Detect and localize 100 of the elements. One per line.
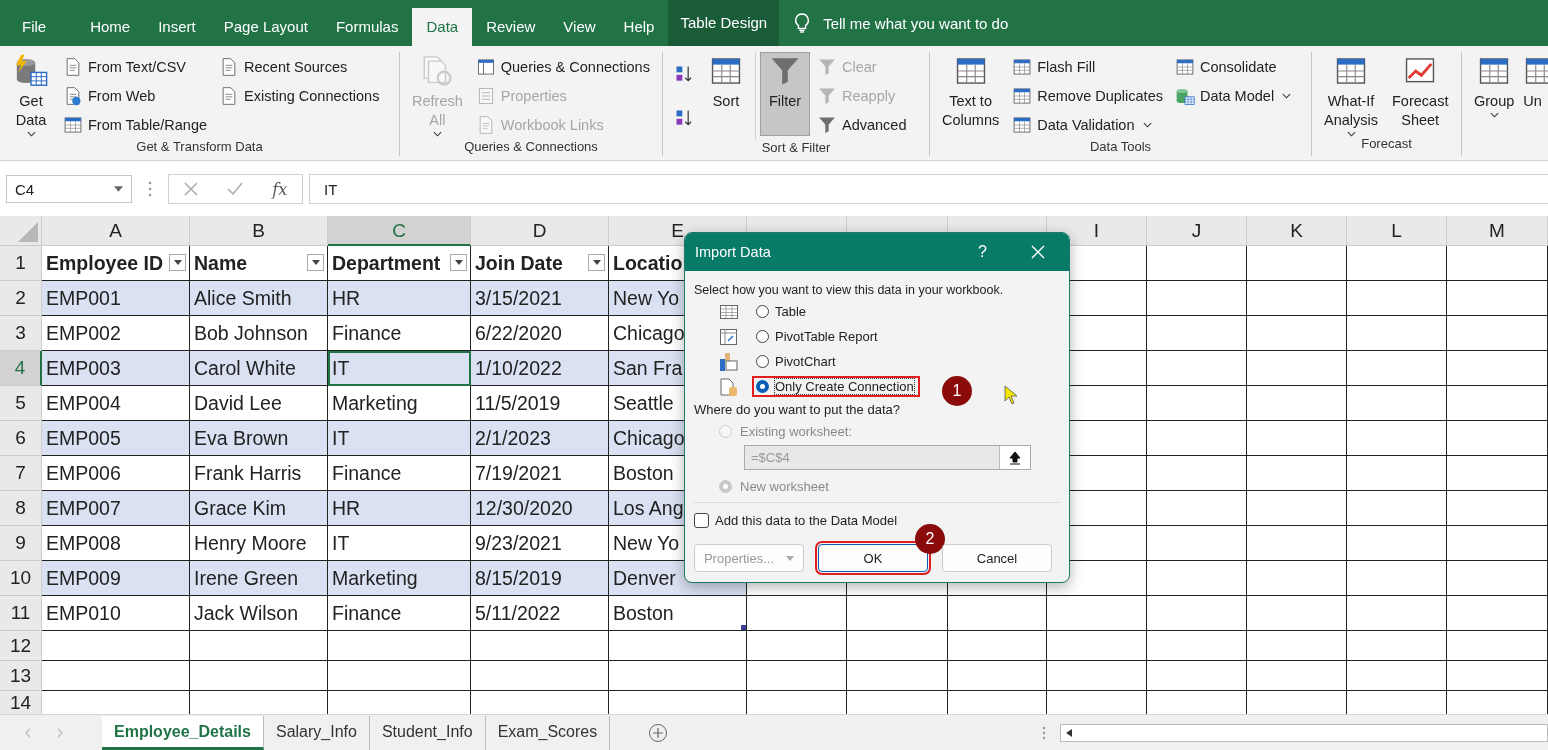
row-header[interactable]: 2 xyxy=(0,281,42,316)
ribbon-button[interactable]: What-If Analysis xyxy=(1318,52,1384,136)
ribbon-button[interactable]: Queries & Connections xyxy=(470,52,655,81)
menu-tab[interactable]: Data xyxy=(412,8,473,46)
sort-icon xyxy=(674,64,694,84)
column-header[interactable]: K xyxy=(1247,216,1347,246)
column-header[interactable]: D xyxy=(471,216,609,246)
button-label: Sort xyxy=(712,92,740,111)
row-header[interactable]: 1 xyxy=(0,246,42,281)
grip-icon[interactable] xyxy=(148,181,152,197)
ribbon-button[interactable]: Advanced xyxy=(812,110,912,139)
row-header[interactable]: 6 xyxy=(0,421,42,456)
filter-dropdown-button[interactable] xyxy=(307,254,324,271)
row-header[interactable]: 7 xyxy=(0,456,42,491)
ribbon-button[interactable]: Filter xyxy=(760,52,810,136)
menu-tab[interactable]: Page Layout xyxy=(209,8,322,46)
menu-tab[interactable]: Table Design xyxy=(668,0,780,46)
ribbon-button[interactable]: Recent Sources xyxy=(214,52,385,81)
radio-button[interactable] xyxy=(756,305,769,318)
name-box[interactable]: C4 xyxy=(6,175,132,203)
option-label[interactable]: PivotTable Report xyxy=(775,329,878,344)
column-header[interactable]: J xyxy=(1147,216,1247,246)
row-header[interactable]: 11 xyxy=(0,596,42,631)
sheet-tab[interactable]: Exam_Scores xyxy=(485,715,611,750)
add-sheet-icon[interactable] xyxy=(648,722,669,743)
table-cell: Alice Smith xyxy=(190,281,328,316)
option-label[interactable]: Only Create Connection xyxy=(775,379,914,394)
option-label[interactable]: Table xyxy=(775,304,807,319)
insert-function-button[interactable]: fx xyxy=(272,179,288,199)
grip-icon[interactable] xyxy=(1042,725,1046,740)
table-cell: EMP009 xyxy=(42,561,190,596)
column-header[interactable]: C xyxy=(328,216,471,246)
ribbon-button[interactable]: Text to Columns xyxy=(936,52,1006,136)
row-header[interactable]: 14 xyxy=(0,691,42,716)
ribbon-button[interactable]: Un xyxy=(1522,52,1548,136)
button-label: Clear xyxy=(842,58,877,75)
column-header[interactable]: L xyxy=(1347,216,1447,246)
dialog-button[interactable]: Cancel xyxy=(942,544,1052,572)
checkbox[interactable] xyxy=(694,512,709,528)
row-header[interactable]: 8 xyxy=(0,491,42,526)
dialog-button[interactable]: OK xyxy=(818,544,928,572)
row-header[interactable]: 13 xyxy=(0,661,42,691)
horizontal-scrollbar[interactable] xyxy=(1060,723,1548,742)
radio-button[interactable] xyxy=(756,380,769,393)
button-label: Properties xyxy=(500,87,567,104)
radio-button[interactable] xyxy=(756,330,769,343)
button-label: Flash Fill xyxy=(1037,58,1096,75)
filter-dropdown-button[interactable] xyxy=(450,254,467,271)
radio-button[interactable] xyxy=(756,355,769,368)
menu-tab[interactable]: View xyxy=(549,8,610,46)
ribbon-button[interactable]: Data Model xyxy=(1169,81,1297,110)
button-label: Recent Sources xyxy=(244,58,348,75)
button-label: Data Validation xyxy=(1037,116,1135,133)
menu-tab[interactable]: File xyxy=(0,8,69,46)
column-header[interactable]: I xyxy=(1047,216,1147,246)
panel-icon xyxy=(475,56,496,77)
row-header[interactable]: 9 xyxy=(0,526,42,561)
column-header[interactable]: B xyxy=(190,216,328,246)
ribbon-button[interactable]: Existing Connections xyxy=(214,81,385,110)
sheet-tab[interactable]: Employee_Details xyxy=(102,715,264,750)
ribbon-button[interactable]: From Text/CSV xyxy=(58,52,213,81)
ribbon-button[interactable]: Remove Duplicates xyxy=(1007,81,1168,110)
ribbon-button[interactable]: From Table/Range xyxy=(58,110,213,139)
help-button[interactable]: ? xyxy=(978,243,987,261)
sheet-tab[interactable]: Student_Info xyxy=(369,715,486,750)
column-header[interactable]: A xyxy=(42,216,190,246)
ribbon-button[interactable]: Group xyxy=(1468,52,1521,136)
caret-icon xyxy=(311,260,320,265)
formula-input[interactable]: IT xyxy=(309,174,1548,204)
button-label: Queries & Connections xyxy=(500,58,650,75)
sheet-tab[interactable]: Salary_Info xyxy=(263,715,370,750)
menu-tab[interactable]: Help xyxy=(609,8,669,46)
search-field[interactable]: Tell me what you want to do xyxy=(823,14,1009,32)
ribbon-button[interactable]: Flash Fill xyxy=(1007,52,1168,81)
row-header[interactable]: 10 xyxy=(0,561,42,596)
column-header[interactable]: M xyxy=(1447,216,1548,246)
ribbon-button[interactable]: From Web xyxy=(58,81,213,110)
filter-dropdown-button[interactable] xyxy=(588,254,605,271)
row-header[interactable]: 12 xyxy=(0,631,42,661)
filter-dropdown-button[interactable] xyxy=(169,254,186,271)
check-icon[interactable] xyxy=(227,182,243,196)
row-header[interactable]: 3 xyxy=(0,316,42,351)
close-icon[interactable] xyxy=(1031,245,1045,259)
row-header[interactable]: 4 xyxy=(0,351,42,386)
ribbon-button[interactable]: Forecast Sheet xyxy=(1386,52,1455,136)
row-header[interactable]: 5 xyxy=(0,386,42,421)
ribbon-button[interactable]: Consolidate xyxy=(1169,52,1297,81)
ribbon-button[interactable]: Get Data xyxy=(6,52,56,136)
menu-tab[interactable]: Insert xyxy=(144,8,210,46)
ribbon-button[interactable]: Data Validation xyxy=(1007,110,1168,139)
menu-tab[interactable]: Formulas xyxy=(321,8,413,46)
menu-tab[interactable]: Home xyxy=(76,8,145,46)
table-icon xyxy=(1012,85,1033,106)
table-cell: Grace Kim xyxy=(190,491,328,526)
table-cell: 5/11/2022 xyxy=(471,596,609,631)
option-label[interactable]: PivotChart xyxy=(775,354,836,369)
scroll-left-icon[interactable] xyxy=(1066,728,1072,737)
caret-icon xyxy=(114,186,123,192)
ribbon-button[interactable]: Sort xyxy=(701,52,751,136)
menu-tab[interactable]: Review xyxy=(472,8,550,46)
